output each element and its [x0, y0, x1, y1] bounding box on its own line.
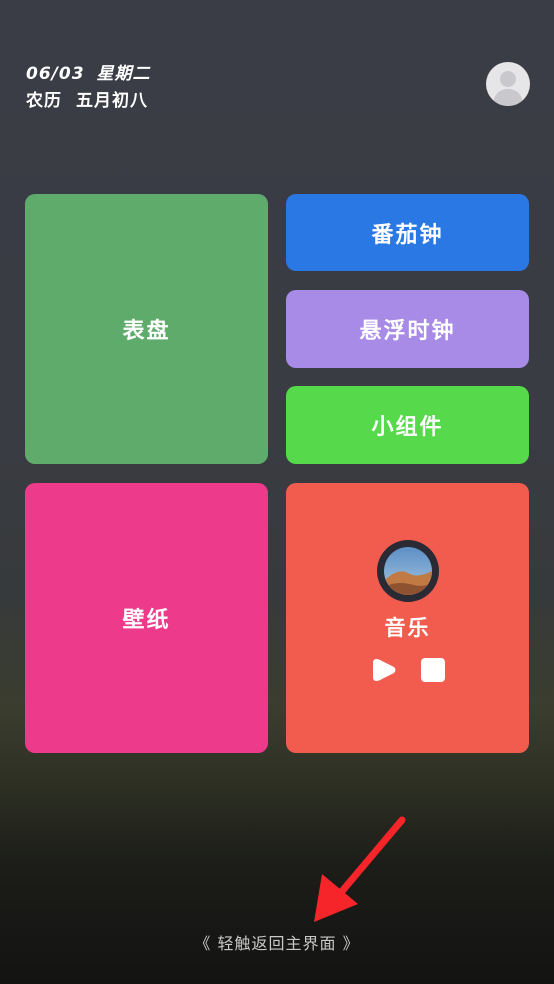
wallpaper-label: 壁纸 [122, 608, 171, 633]
floating-clock-tile[interactable]: 悬浮时钟 [286, 290, 529, 368]
floating-clock-label: 悬浮时钟 [359, 319, 456, 344]
pomodoro-label: 番茄钟 [371, 222, 444, 248]
clock-face-label: 表盘 [122, 319, 171, 344]
play-icon[interactable] [370, 656, 398, 684]
lunar-line: 农历 五月初八 [26, 88, 151, 114]
weekday-text: 星期二 [96, 64, 151, 84]
lunar-date: 五月初八 [76, 91, 148, 111]
date-block: 06/03 星期二 农历 五月初八 [26, 62, 151, 114]
widget-tile[interactable]: 小组件 [286, 386, 529, 464]
stop-icon[interactable] [420, 657, 446, 683]
music-tile[interactable]: 音乐 [286, 483, 529, 753]
album-art[interactable] [376, 540, 439, 602]
wallpaper-tile[interactable]: 壁纸 [25, 483, 268, 753]
user-avatar-icon[interactable] [486, 62, 530, 106]
lunar-label: 农历 [26, 91, 62, 111]
return-home-hint[interactable]: 《 轻触返回主界面 》 [0, 930, 554, 954]
date-text: 06/03 [26, 64, 85, 84]
avatar-silhouette [493, 71, 523, 106]
date-line: 06/03 星期二 [26, 62, 151, 86]
clock-face-tile[interactable]: 表盘 [25, 194, 268, 464]
pomodoro-tile[interactable]: 番茄钟 [286, 194, 529, 271]
widget-label: 小组件 [371, 415, 444, 440]
arrow-pointer-icon [314, 816, 406, 922]
album-cover-image [383, 547, 432, 595]
music-controls [370, 656, 446, 684]
music-label: 音乐 [384, 616, 431, 640]
